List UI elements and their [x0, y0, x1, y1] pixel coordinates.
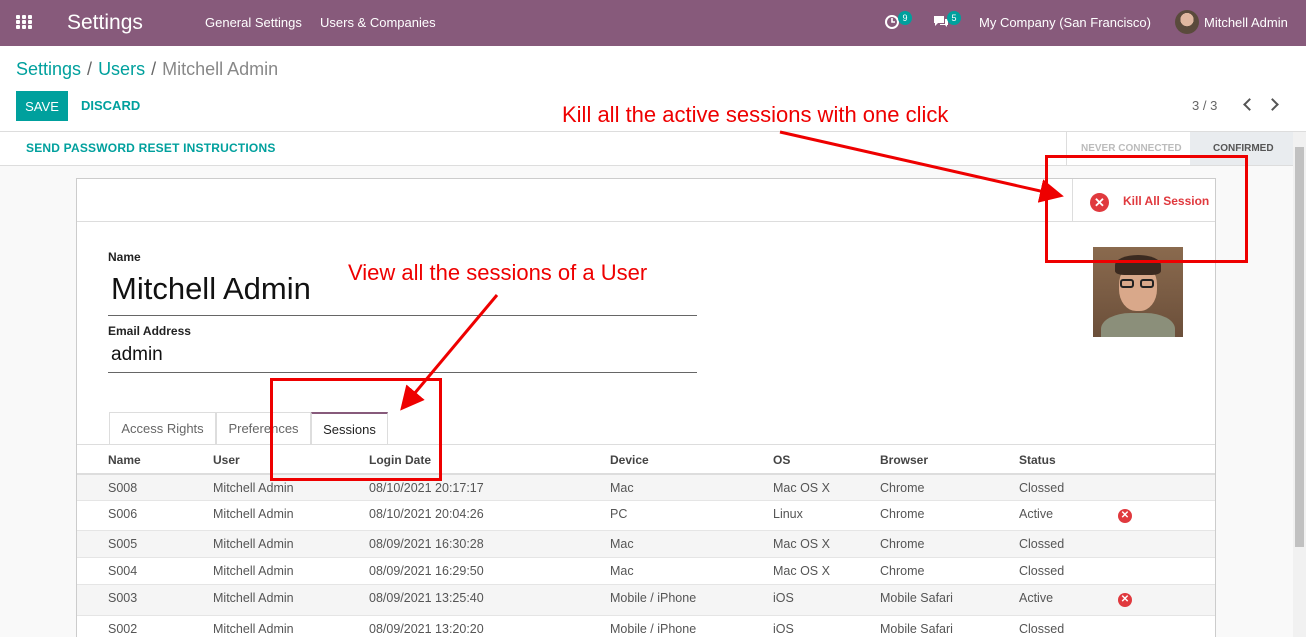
arrow-to-kill-button — [779, 130, 1064, 203]
annotation-arrows — [400, 130, 1064, 411]
arrow-to-sessions-tab — [400, 294, 499, 411]
